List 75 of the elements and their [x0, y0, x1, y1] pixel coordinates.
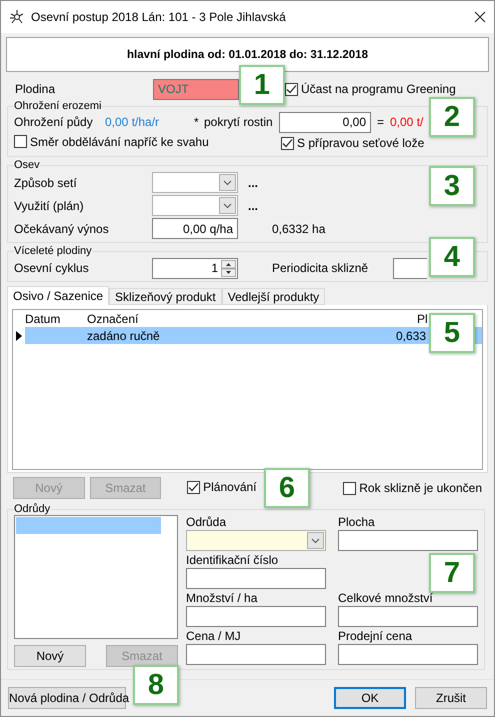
field-label: Periodicita sklizně	[272, 261, 370, 275]
row-pointer-icon	[16, 330, 22, 340]
variety-list[interactable]	[14, 515, 178, 639]
callout-number: 5	[429, 313, 475, 353]
input-field[interactable]	[186, 644, 326, 665]
period-header: hlavní plodina od: 01.01.2018 do: 31.12.2018	[6, 37, 489, 72]
checkbox[interactable]: Plánování	[187, 480, 256, 494]
field-label: Očekávaný výnos	[14, 222, 110, 236]
dropdown-field[interactable]	[152, 172, 238, 193]
dropdown-field[interactable]	[186, 530, 326, 551]
group-title: Ohrožení erozemi	[14, 100, 102, 112]
field-label: Odrůda	[186, 515, 228, 529]
close-icon[interactable]	[474, 11, 486, 23]
input-field[interactable]	[186, 568, 326, 589]
tab[interactable]: Sklizeňový produkt	[109, 288, 222, 305]
field-label: Identifikační číslo	[186, 553, 280, 567]
yield-field[interactable]: 0,00 q/ha	[152, 218, 238, 239]
period-field[interactable]	[393, 258, 427, 278]
more-link[interactable]: ...	[238, 176, 268, 190]
result-value: 0,00 t/	[390, 115, 424, 129]
group-title: Odrůdy	[14, 503, 50, 515]
input-field[interactable]	[338, 530, 478, 551]
window-title: Osevní postup 2018 Lán: 101 - 3 Pole Jihlavská	[31, 10, 287, 24]
erosion-value: 0,00 t/ha/r	[105, 115, 160, 129]
field-label: Prodejní cena	[338, 629, 414, 643]
app-icon	[9, 9, 25, 25]
cycle-spinner[interactable]: 1	[152, 258, 238, 278]
ok-button[interactable]: OK	[334, 687, 406, 709]
callout-number: 3	[429, 166, 475, 206]
cover-field[interactable]: 0,00	[279, 112, 371, 132]
spinner-arrows-icon[interactable]	[221, 260, 236, 276]
table-cell-text: 0,633	[394, 328, 426, 342]
area-value: 0,6332 ha	[271, 222, 326, 236]
tab[interactable]: Osivo / Sazenice	[7, 286, 110, 305]
more-link[interactable]: ...	[238, 198, 268, 212]
checkbox-box[interactable]	[343, 482, 356, 494]
group-title: Víceleté plodiny	[14, 245, 92, 257]
callout-number: 2	[429, 97, 475, 137]
field-label: pokrytí rostin	[204, 115, 274, 129]
checkbox-box[interactable]	[281, 136, 294, 150]
input-field[interactable]	[338, 606, 478, 627]
chevron-icon	[223, 202, 232, 208]
field-label: Cena / MJ	[186, 629, 242, 643]
field-label: Využití (plán)	[14, 198, 85, 212]
column-header: Označení	[87, 312, 140, 326]
field-label: Plodina	[15, 82, 56, 96]
input-field[interactable]	[338, 644, 478, 665]
input-field[interactable]	[186, 606, 326, 627]
field-label: Osevní cyklus	[14, 261, 90, 275]
action-button[interactable]: Nový	[14, 645, 86, 667]
table-cell-text: zadáno ručně	[87, 328, 161, 342]
checkbox-box[interactable]	[285, 82, 298, 96]
callout-number: 4	[429, 237, 475, 277]
chevron-icon	[223, 180, 232, 186]
tab[interactable]: Vedlejší produkty	[222, 288, 326, 305]
field-label: Množství / ha	[186, 591, 258, 605]
field-label: Způsob setí	[14, 176, 78, 190]
chevron-icon	[311, 538, 320, 544]
checkbox-box[interactable]	[14, 135, 27, 148]
callout-number: 6	[264, 468, 310, 508]
dropdown-field[interactable]	[152, 195, 238, 216]
callout-number: 1	[239, 65, 285, 105]
cancel-button[interactable]: Zrušit	[415, 687, 487, 709]
column-header: Datum	[25, 312, 62, 326]
field-label: Ohrožení půdy	[14, 115, 94, 129]
field-label: Celkové množství	[338, 591, 434, 605]
group-title: Osev	[14, 159, 40, 171]
callout-number: 8	[133, 665, 179, 705]
asterisk: *	[194, 115, 200, 129]
callout-number: 7	[429, 553, 475, 593]
column-header: Pl	[417, 312, 429, 326]
checkbox-label: Plánování	[203, 480, 256, 494]
field-label: Plocha	[338, 515, 376, 529]
equals-sign: =	[376, 115, 384, 129]
checkbox-box[interactable]	[187, 480, 200, 494]
